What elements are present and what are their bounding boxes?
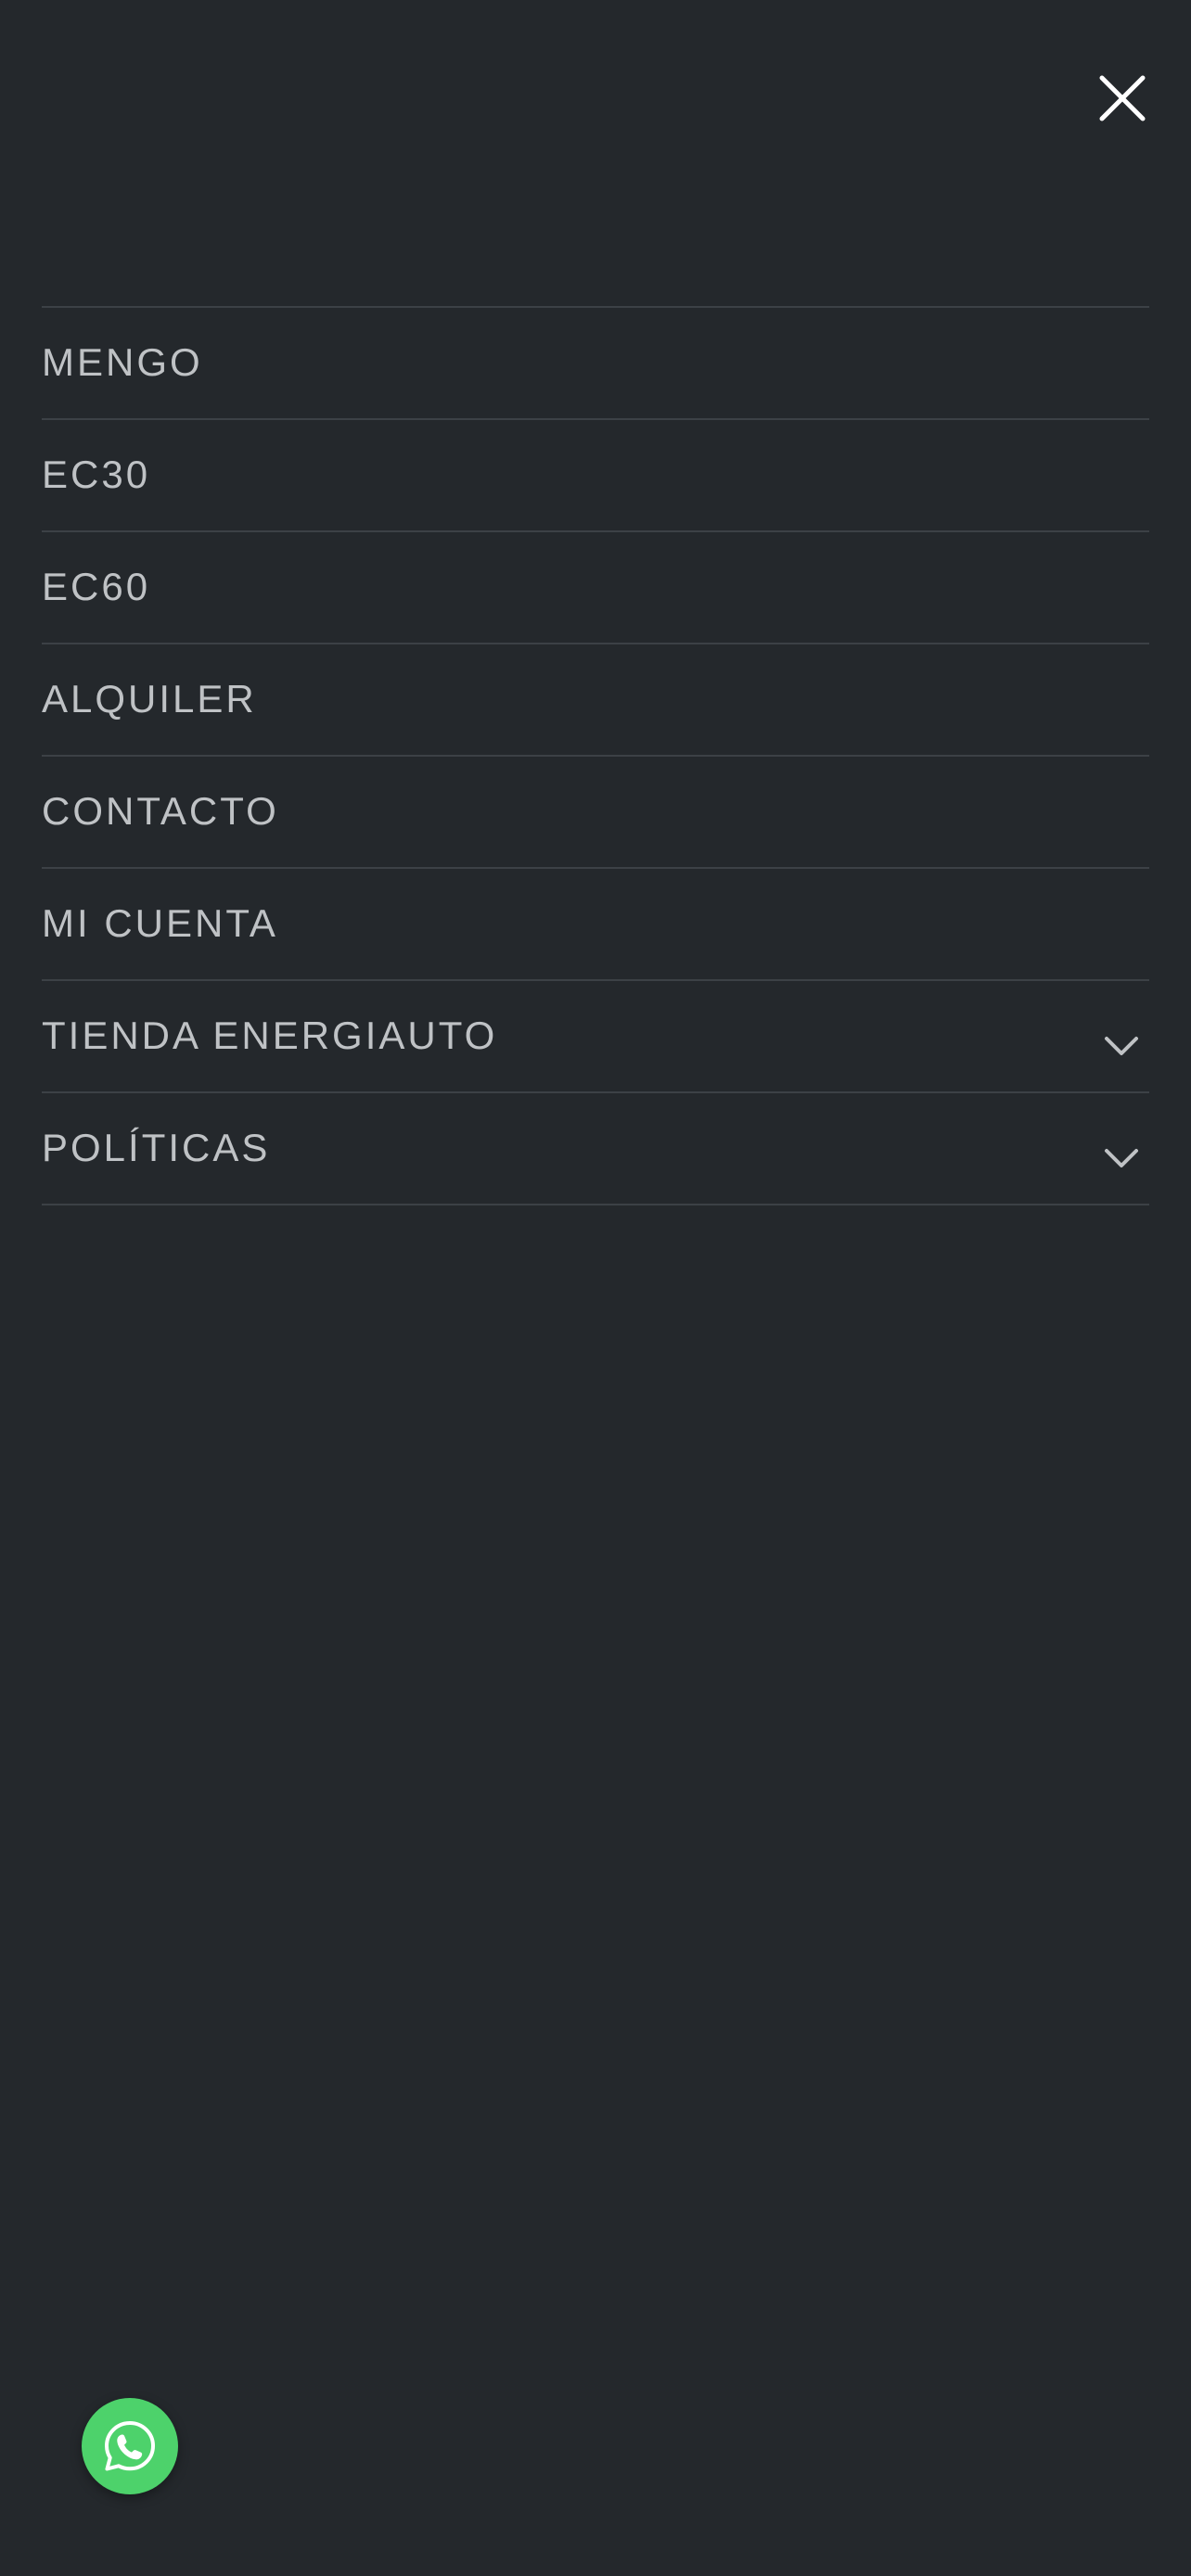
close-icon (1099, 75, 1146, 121)
menu-item-ec60[interactable]: EC60 (42, 532, 1149, 644)
menu-item-tienda-energiauto[interactable]: TIENDA ENERGIAUTO (42, 981, 1149, 1093)
menu-item-label: TIENDA ENERGIAUTO (42, 1014, 498, 1057)
menu-item-label: MENGO (42, 340, 203, 384)
menu-item-label: EC60 (42, 565, 151, 608)
menu-item-label: CONTACTO (42, 789, 279, 833)
menu-item-mengo[interactable]: MENGO (42, 308, 1149, 420)
close-button[interactable] (1089, 65, 1156, 132)
menu-item-mi-cuenta[interactable]: MI CUENTA (42, 869, 1149, 981)
chevron-down-icon[interactable] (1103, 1034, 1140, 1058)
menu-item-label: POLÍTICAS (42, 1126, 271, 1169)
whatsapp-icon (105, 2421, 155, 2471)
chevron-down-icon[interactable] (1103, 1146, 1140, 1170)
menu-item-alquiler[interactable]: ALQUILER (42, 644, 1149, 757)
whatsapp-button[interactable] (82, 2398, 178, 2494)
menu-item-label: MI CUENTA (42, 901, 278, 945)
menu-item-label: EC30 (42, 453, 151, 496)
mobile-menu: MENGO EC30 EC60 ALQUILER CONTACTO MI CUE… (42, 306, 1149, 1205)
menu-item-label: ALQUILER (42, 677, 257, 721)
menu-item-politicas[interactable]: POLÍTICAS (42, 1093, 1149, 1205)
menu-item-contacto[interactable]: CONTACTO (42, 757, 1149, 869)
menu-item-ec30[interactable]: EC30 (42, 420, 1149, 532)
